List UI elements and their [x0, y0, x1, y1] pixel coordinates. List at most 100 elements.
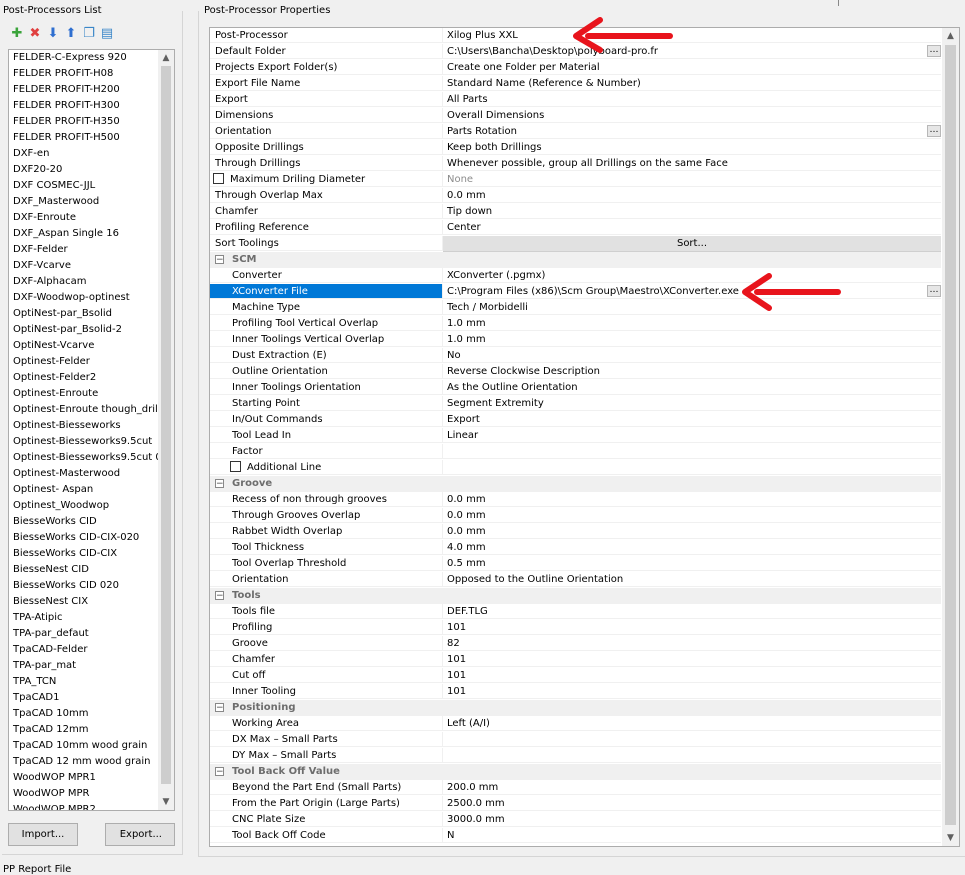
list-item[interactable]: Optinest-Felder [9, 354, 161, 370]
property-value[interactable]: 1.0 mm [443, 316, 941, 331]
browse-ellipsis-button[interactable]: … [927, 125, 941, 137]
property-value[interactable]: No [443, 348, 941, 363]
property-checkbox[interactable] [230, 460, 241, 472]
property-row[interactable]: Outline Orientation Reverse Clockwise Des… [210, 364, 941, 380]
list-item[interactable]: Optinest-Biesseworks [9, 418, 161, 434]
properties-icon[interactable]: ▤ [100, 27, 114, 41]
property-value[interactable]: 101 [443, 620, 941, 635]
list-item[interactable]: DXF_Aspan Single 16 [9, 226, 161, 242]
property-row[interactable]: Orientation Parts Rotation… [210, 124, 941, 140]
post-processors-list[interactable]: FELDER-C-Express 920 FELDER PROFIT-H08 FEL… [8, 49, 175, 811]
property-row[interactable]: Recess of non through grooves 0.0 mm [210, 492, 941, 508]
delete-icon[interactable]: ✖ [28, 27, 42, 41]
property-row[interactable]: Opposite Drillings Keep both Drillings [210, 140, 941, 156]
property-row[interactable]: Tool Overlap Threshold 0.5 mm [210, 556, 941, 572]
property-value[interactable]: 4.0 mm [443, 540, 941, 555]
property-value[interactable]: 0.0 mm [443, 188, 941, 203]
property-checkbox[interactable] [213, 172, 224, 184]
property-value[interactable]: Tip down [443, 204, 941, 219]
property-row[interactable]: Orientation Opposed to the Outline Orient… [210, 572, 941, 588]
scroll-down-arrow-icon[interactable]: ▼ [158, 794, 174, 810]
property-value[interactable]: XConverter (.pgmx) [443, 268, 941, 283]
property-row[interactable]: Tools file DEF.TLG [210, 604, 941, 620]
property-row[interactable]: Export File Name Standard Name (Reference… [210, 76, 941, 92]
list-item[interactable]: FELDER PROFIT-H350 [9, 114, 161, 130]
list-item[interactable]: BiesseNest CID [9, 562, 161, 578]
list-item[interactable]: FELDER PROFIT-H500 [9, 130, 161, 146]
list-item[interactable]: BiesseNest CIX [9, 594, 161, 610]
list-scrollbar[interactable]: ▲ ▼ [158, 50, 174, 810]
property-value[interactable]: Standard Name (Reference & Number) [443, 76, 941, 91]
property-row[interactable]: Chamfer Tip down [210, 204, 941, 220]
list-item[interactable]: DXF COSMEC-JJL [9, 178, 161, 194]
move-down-icon[interactable]: ⬇ [46, 27, 60, 41]
list-item[interactable]: DXF-en [9, 146, 161, 162]
list-item[interactable]: OptiNest-Vcarve [9, 338, 161, 354]
list-item[interactable]: BiesseWorks CID-CIX [9, 546, 161, 562]
property-value[interactable]: 101 [443, 684, 941, 699]
list-item[interactable]: FELDER-C-Express 920 [9, 50, 161, 66]
list-item[interactable]: TpaCAD 10mm [9, 706, 161, 722]
property-row[interactable]: Profiling 101 [210, 620, 941, 636]
property-row[interactable]: Inner Toolings Orientation As the Outline… [210, 380, 941, 396]
property-value[interactable] [443, 444, 941, 459]
list-item[interactable]: DXF-Alphacam [9, 274, 161, 290]
list-item[interactable]: OptiNest-par_Bsolid-2 [9, 322, 161, 338]
property-row[interactable]: CNC Plate Size 3000.0 mm [210, 812, 941, 828]
property-value[interactable]: DEF.TLG [443, 604, 941, 619]
property-value[interactable] [443, 748, 941, 763]
list-item[interactable]: DXF_Masterwood [9, 194, 161, 210]
property-row[interactable]: Inner Toolings Vertical Overlap 1.0 mm [210, 332, 941, 348]
property-row[interactable]: Dimensions Overall Dimensions [210, 108, 941, 124]
property-row[interactable]: Factor [210, 444, 941, 460]
property-value[interactable]: 101 [443, 668, 941, 683]
list-item[interactable]: WoodWOP MPR2 [9, 802, 161, 810]
property-row[interactable]: Through Grooves Overlap 0.0 mm [210, 508, 941, 524]
list-item[interactable]: TpaCAD1 [9, 690, 161, 706]
property-value[interactable]: 3000.0 mm [443, 812, 941, 827]
list-item[interactable]: DXF-Woodwop-optinest [9, 290, 161, 306]
list-item[interactable]: DXF20-20 [9, 162, 161, 178]
list-item[interactable]: WoodWOP MPR [9, 786, 161, 802]
property-row[interactable]: Tool Thickness 4.0 mm [210, 540, 941, 556]
scroll-down-arrow-icon[interactable]: ▼ [942, 830, 959, 846]
property-row[interactable]: In/Out Commands Export [210, 412, 941, 428]
property-grid[interactable]: Post-Processor Xilog Plus XXL Default Fold… [209, 27, 960, 847]
property-row[interactable]: Inner Tooling 101 [210, 684, 941, 700]
property-row[interactable]: DY Max – Small Parts [210, 748, 941, 764]
property-value[interactable]: Linear [443, 428, 941, 443]
property-value[interactable] [443, 732, 941, 747]
property-value[interactable]: 82 [443, 636, 941, 651]
property-row[interactable]: Maximum Driling Diameter None [210, 172, 941, 188]
list-item[interactable]: DXF-Vcarve [9, 258, 161, 274]
property-row[interactable]: Groove 82 [210, 636, 941, 652]
list-item[interactable]: FELDER PROFIT-H200 [9, 82, 161, 98]
property-value[interactable]: None [443, 172, 941, 187]
property-value[interactable]: 101 [443, 652, 941, 667]
property-value[interactable]: Keep both Drillings [443, 140, 941, 155]
property-row[interactable]: Chamfer 101 [210, 652, 941, 668]
copy-icon[interactable]: ❐ [82, 27, 96, 41]
property-value[interactable]: 0.0 mm [443, 508, 941, 523]
property-value[interactable]: All Parts [443, 92, 941, 107]
property-row[interactable]: Working Area Left (A/I) [210, 716, 941, 732]
property-value[interactable]: Create one Folder per Material [443, 60, 941, 75]
list-item[interactable]: BiesseWorks CID 020 [9, 578, 161, 594]
list-scrollbar-thumb[interactable] [161, 66, 171, 784]
property-row[interactable]: Profiling Reference Center [210, 220, 941, 236]
category-row[interactable]: − SCM [210, 252, 941, 268]
property-value[interactable]: Segment Extremity [443, 396, 941, 411]
property-value[interactable]: Xilog Plus XXL [443, 28, 941, 43]
list-item[interactable]: Optinest-Biesseworks9.5cut 02 [9, 450, 161, 466]
list-item[interactable]: Optinest_Woodwop [9, 498, 161, 514]
list-item[interactable]: FELDER PROFIT-H08 [9, 66, 161, 82]
property-value[interactable]: Whenever possible, group all Drillings o… [443, 156, 941, 171]
property-row[interactable]: Projects Export Folder(s) Create one Fold… [210, 60, 941, 76]
list-item[interactable]: DXF-Felder [9, 242, 161, 258]
property-value[interactable]: N [443, 828, 941, 843]
list-item[interactable]: TpaCAD 12 mm wood grain [9, 754, 161, 770]
export-button[interactable]: Export... [105, 823, 175, 846]
property-row[interactable]: Profiling Tool Vertical Overlap 1.0 mm [210, 316, 941, 332]
property-value[interactable]: 0.5 mm [443, 556, 941, 571]
property-row[interactable]: Tool Lead In Linear [210, 428, 941, 444]
